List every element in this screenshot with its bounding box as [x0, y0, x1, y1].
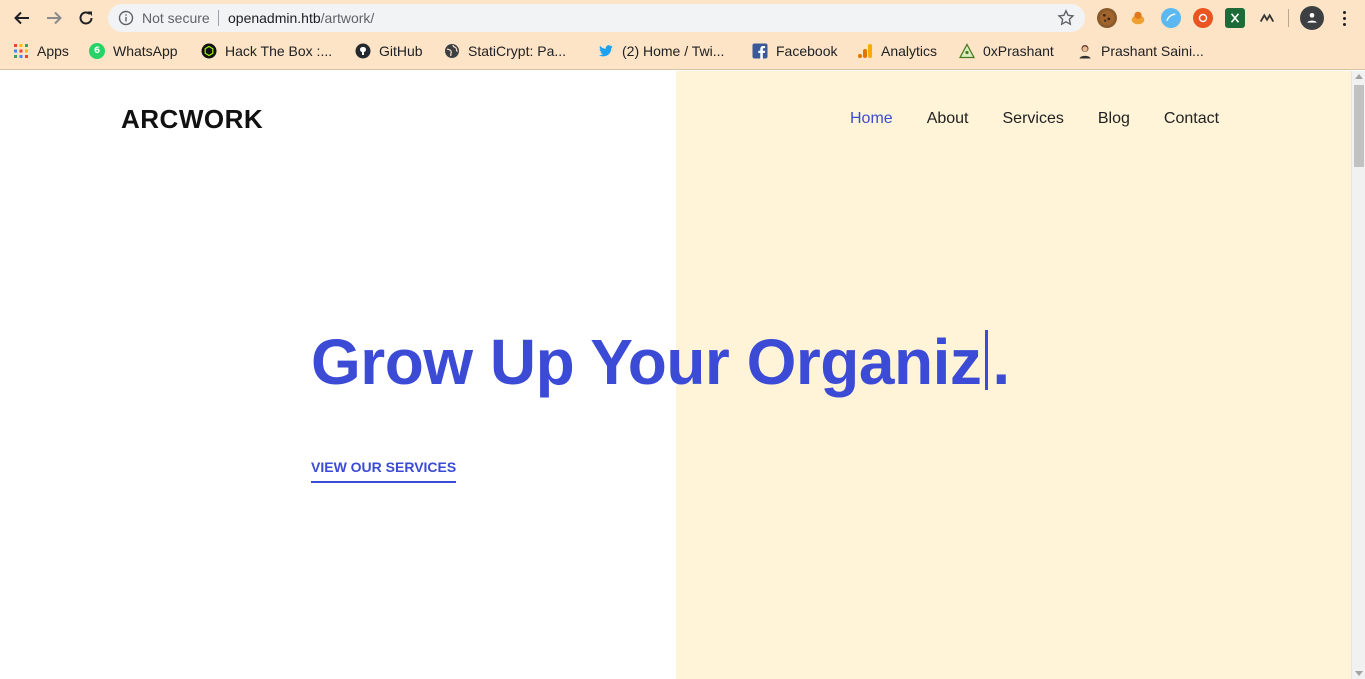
- info-icon[interactable]: [118, 10, 134, 26]
- bookmark-github[interactable]: GitHub: [355, 41, 423, 61]
- whatsapp-icon: 6: [89, 43, 105, 59]
- view-services-button[interactable]: VIEW OUR SERVICES: [311, 459, 457, 483]
- hacker-icon[interactable]: [1128, 8, 1148, 28]
- nav-contact[interactable]: Contact: [1164, 109, 1219, 129]
- page-scrollbar[interactable]: [1351, 71, 1365, 679]
- facebook-icon: [752, 43, 768, 59]
- bookmark-prashant-saini[interactable]: Prashant Saini...: [1077, 41, 1204, 61]
- url-text[interactable]: openadmin.htb/artwork/: [228, 10, 374, 26]
- nav-services[interactable]: Services: [1003, 109, 1064, 129]
- bookmark-facebook[interactable]: Facebook: [752, 41, 837, 61]
- bookmark-twitter[interactable]: (2) Home / Twi...: [598, 41, 724, 61]
- site-logo[interactable]: ARCWORK: [121, 104, 263, 134]
- pyramid-icon: [959, 43, 975, 59]
- bookmark-label: 0xPrashant: [983, 43, 1054, 59]
- url-path: /artwork/: [320, 10, 375, 26]
- globe-icon: [444, 43, 460, 59]
- nav-home[interactable]: Home: [850, 109, 893, 129]
- hero-title-text: Grow Up Your Organiz: [311, 326, 982, 398]
- hero-title: Grow Up Your Organiz.: [311, 326, 1010, 398]
- bookmark-label: Apps: [37, 43, 69, 59]
- arrow-right-icon: [47, 11, 62, 25]
- profile-avatar[interactable]: [1300, 6, 1324, 30]
- address-divider: [218, 10, 219, 26]
- address-bar[interactable]: Not secure openadmin.htb/artwork/: [108, 4, 1085, 32]
- cookie-icon[interactable]: [1097, 8, 1117, 28]
- bookmark-hackthebox[interactable]: Hack The Box :...: [201, 41, 332, 61]
- bookmark-star-icon[interactable]: [1057, 9, 1075, 27]
- bookmark-staticrypt[interactable]: StatiCrypt: Pa...: [444, 41, 566, 61]
- hackthebox-icon: [201, 43, 217, 59]
- bookmark-label: Prashant Saini...: [1101, 43, 1204, 59]
- toolbar-divider: [1288, 9, 1289, 27]
- typing-cursor: [985, 330, 989, 390]
- reload-button[interactable]: [74, 6, 98, 30]
- scroll-up-arrow-icon[interactable]: [1355, 74, 1363, 79]
- ubuntu-icon[interactable]: [1193, 8, 1213, 28]
- bookmark-label: Facebook: [776, 43, 838, 59]
- arrow-left-icon: [14, 11, 29, 25]
- hero-title-end: .: [992, 326, 1010, 398]
- bookmark-label: (2) Home / Twi...: [622, 43, 725, 59]
- page-viewport: ARCWORK Home About Services Blog Contact…: [0, 71, 1351, 679]
- bookmarks-bar: Apps 6 WhatsApp Hack The Box :... GitHub…: [0, 37, 1365, 65]
- bookmark-0xprashant[interactable]: 0xPrashant: [959, 41, 1054, 61]
- bookmark-label: StatiCrypt: Pa...: [468, 43, 567, 59]
- bookmark-label: WhatsApp: [113, 43, 178, 59]
- bookmark-label: Hack The Box :...: [225, 43, 333, 59]
- security-label[interactable]: Not secure: [142, 10, 210, 26]
- bookmark-analytics[interactable]: Analytics: [857, 41, 937, 61]
- scrollbar-thumb[interactable]: [1354, 85, 1364, 167]
- browser-toolbar: Not secure openadmin.htb/artwork/: [0, 0, 1365, 36]
- nav-blog[interactable]: Blog: [1098, 109, 1130, 129]
- browser-chrome: Not secure openadmin.htb/artwork/ Apps 6…: [0, 0, 1365, 70]
- wappalyzer-icon[interactable]: [1257, 8, 1277, 28]
- browser-menu-button[interactable]: [1334, 8, 1354, 28]
- user-lock-icon: [1307, 13, 1317, 23]
- bookmark-whatsapp[interactable]: 6 WhatsApp: [89, 41, 178, 61]
- github-icon: [355, 43, 371, 59]
- person-avatar-icon: [1077, 43, 1093, 59]
- forward-button[interactable]: [42, 6, 66, 30]
- bookmark-label: GitHub: [379, 43, 423, 59]
- site-navigation: Home About Services Blog Contact: [850, 109, 1219, 129]
- analytics-icon: [857, 43, 873, 59]
- swirl-icon[interactable]: [1161, 8, 1181, 28]
- twitter-icon: [598, 43, 614, 59]
- url-host: openadmin.htb: [228, 10, 321, 26]
- bookmark-apps[interactable]: Apps: [13, 41, 69, 61]
- apps-grid-icon: [13, 43, 29, 59]
- bookmark-label: Analytics: [881, 43, 938, 59]
- scroll-down-arrow-icon[interactable]: [1355, 671, 1363, 676]
- nav-about[interactable]: About: [927, 109, 969, 129]
- back-button[interactable]: [10, 6, 34, 30]
- excel-icon[interactable]: [1225, 8, 1245, 28]
- reload-icon: [79, 11, 93, 25]
